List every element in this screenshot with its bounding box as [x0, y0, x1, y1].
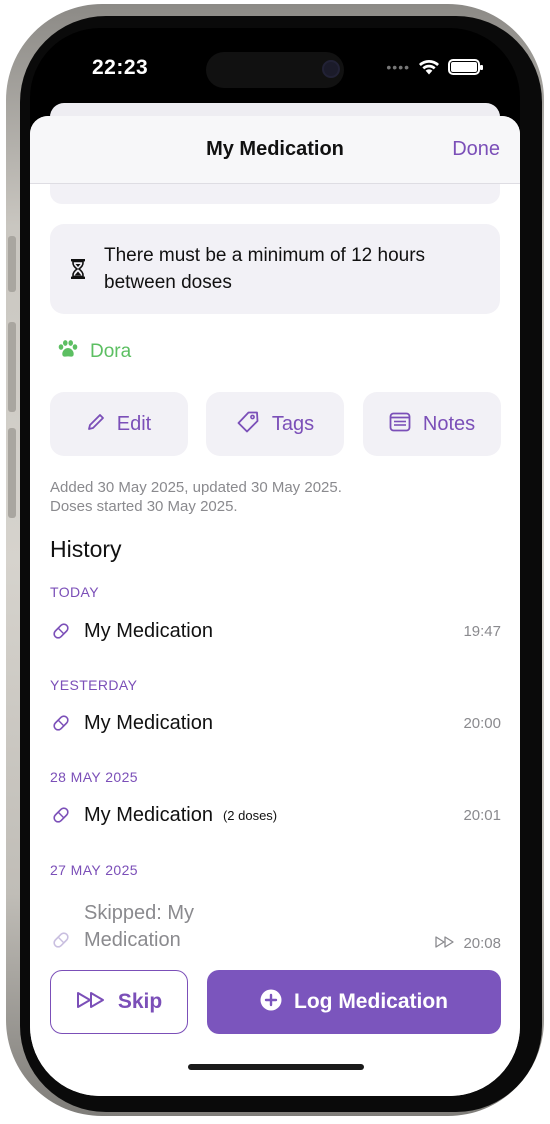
notes-button[interactable]: Notes	[363, 392, 501, 456]
camera-icon	[322, 60, 340, 78]
signal-dots-icon: ••••	[386, 58, 410, 75]
log-medication-label: Log Medication	[294, 990, 448, 1013]
wifi-icon	[418, 58, 440, 75]
pill-icon	[50, 621, 72, 641]
history-entry-name: My Medication	[84, 803, 213, 826]
home-indicator[interactable]	[188, 1064, 364, 1070]
history-entry-time: 19:47	[463, 622, 501, 640]
history-entry-name: My Medication	[84, 619, 213, 642]
history-entry-time-group: 20:08	[435, 935, 501, 952]
pill-icon	[50, 930, 72, 950]
tag-icon	[236, 410, 260, 439]
volume-up-hw	[8, 322, 16, 412]
section-label-27-may: 27 MAY 2025	[50, 862, 138, 878]
history-entry-name: Skipped: My Medication	[84, 902, 195, 951]
history-entry-time: 20:01	[463, 806, 501, 824]
edit-label: Edit	[116, 412, 152, 435]
skip-forward-icon	[435, 935, 455, 952]
notes-icon	[389, 412, 411, 437]
section-label-yesterday: YESTERDAY	[50, 677, 138, 693]
history-entry-doses: (2 doses)	[222, 807, 278, 823]
battery-icon	[448, 58, 483, 75]
edit-button[interactable]: Edit	[50, 392, 188, 456]
history-entry-time: 20:00	[463, 714, 501, 732]
scrolled-card-edge	[50, 184, 500, 204]
done-button[interactable]: Done	[452, 138, 500, 161]
status-icons: ••••	[386, 58, 483, 75]
plus-circle-icon	[260, 989, 282, 1016]
notes-label: Notes	[422, 412, 476, 435]
skip-forward-icon	[76, 991, 106, 1014]
dose-interval-text: There must be a minimum of 12 hours betw…	[104, 245, 426, 293]
skip-button[interactable]: Skip	[50, 970, 188, 1034]
skip-label: Skip	[117, 990, 163, 1013]
log-medication-button[interactable]: Log Medication	[207, 970, 501, 1034]
history-row[interactable]: My Medication 20:00	[50, 708, 501, 738]
screen: 22:23 •••• My Medication Done There must…	[30, 28, 520, 1096]
pencil-icon	[87, 413, 105, 436]
action-button-hw	[8, 236, 16, 292]
history-row[interactable]: My Medication (2 doses) 20:01	[50, 800, 501, 830]
paw-icon	[58, 340, 78, 363]
added-info-line1: Added 30 May 2025, updated 30 May 2025.	[50, 479, 342, 496]
page-title: My Medication	[206, 138, 344, 160]
pet-name: Dora	[90, 340, 132, 362]
tags-label: Tags	[271, 412, 315, 435]
history-row-skipped[interactable]: Skipped: My Medication 20:08	[50, 894, 501, 954]
added-info-line2: Doses started 30 May 2025.	[50, 498, 238, 515]
added-info: Added 30 May 2025, updated 30 May 2025. …	[50, 478, 342, 516]
pill-icon	[50, 805, 72, 825]
hourglass-icon	[68, 259, 88, 279]
history-row[interactable]: My Medication 19:47	[50, 616, 501, 646]
history-entry-name: My Medication	[84, 711, 213, 734]
nav-bar: My Medication Done	[30, 116, 520, 184]
section-label-28-may: 28 MAY 2025	[50, 769, 138, 785]
pill-icon	[50, 713, 72, 733]
pet-link[interactable]: Dora	[58, 340, 131, 363]
dose-interval-card: There must be a minimum of 12 hours betw…	[50, 224, 500, 314]
volume-down-hw	[8, 428, 16, 518]
history-entry-time: 20:08	[463, 935, 501, 952]
section-label-today: TODAY	[50, 584, 99, 600]
tags-button[interactable]: Tags	[206, 392, 344, 456]
history-heading: History	[50, 536, 122, 562]
medication-sheet: My Medication Done There must be a minim…	[30, 116, 520, 1096]
status-time: 22:23	[92, 56, 149, 79]
